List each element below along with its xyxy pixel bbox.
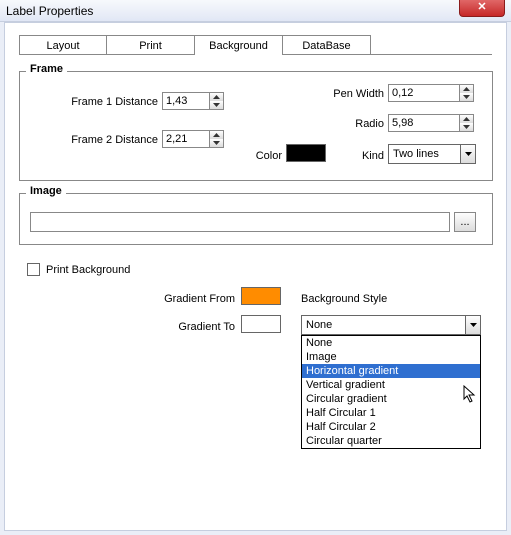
- spin-up-icon[interactable]: [460, 85, 473, 93]
- kind-combobox[interactable]: Two lines: [388, 144, 476, 164]
- spin-up-icon[interactable]: [210, 93, 223, 101]
- frame2-distance-spinner[interactable]: [162, 130, 224, 148]
- spin-up-icon[interactable]: [460, 115, 473, 123]
- dropdown-item-half-circular-1[interactable]: Half Circular 1: [302, 406, 480, 420]
- spin-up-icon[interactable]: [210, 131, 223, 139]
- gradient-from-swatch[interactable]: [241, 287, 281, 305]
- chevron-down-icon[interactable]: [460, 144, 476, 164]
- radio-label: Radio: [300, 118, 384, 130]
- close-icon: ✕: [477, 0, 486, 13]
- frame-legend: Frame: [26, 63, 67, 75]
- print-background-label: Print Background: [46, 264, 130, 276]
- print-background-checkbox[interactable]: Print Background: [27, 263, 130, 276]
- titlebar: Label Properties ✕: [0, 0, 511, 22]
- frame2-distance-input[interactable]: [162, 130, 210, 148]
- tab-layout[interactable]: Layout: [19, 35, 107, 55]
- tabstrip: Layout Print Background DataBase: [19, 35, 371, 55]
- gradient-to-label: Gradient To: [125, 321, 235, 333]
- kind-value: Two lines: [388, 144, 460, 164]
- image-browse-button[interactable]: ...: [454, 212, 476, 232]
- dropdown-item-circular-gradient[interactable]: Circular gradient: [302, 392, 480, 406]
- background-style-value: None: [301, 315, 465, 335]
- radio-spinner[interactable]: [388, 114, 474, 132]
- pen-width-label: Pen Width: [300, 88, 384, 100]
- frame1-distance-label: Frame 1 Distance: [20, 96, 158, 108]
- gradient-from-label: Gradient From: [125, 293, 235, 305]
- spin-down-icon[interactable]: [210, 139, 223, 147]
- frame2-distance-label: Frame 2 Distance: [20, 134, 158, 146]
- image-path-input[interactable]: [30, 212, 450, 232]
- dropdown-item-half-circular-2[interactable]: Half Circular 2: [302, 420, 480, 434]
- ellipsis-icon: ...: [460, 216, 469, 228]
- background-style-label: Background Style: [301, 293, 421, 305]
- dropdown-item-horizontal-gradient[interactable]: Horizontal gradient: [302, 364, 480, 378]
- pen-width-spinner[interactable]: [388, 84, 474, 102]
- spin-down-icon[interactable]: [210, 101, 223, 109]
- color-label: Color: [240, 150, 282, 162]
- dropdown-item-circular-quarter[interactable]: Circular quarter: [302, 434, 480, 448]
- spin-down-icon[interactable]: [460, 123, 473, 131]
- dropdown-item-none[interactable]: None: [302, 336, 480, 350]
- frame-group: Frame Frame 1 Distance Frame 2 Distance …: [19, 71, 493, 181]
- frame1-distance-spinner[interactable]: [162, 92, 224, 110]
- frame1-distance-input[interactable]: [162, 92, 210, 110]
- spin-down-icon[interactable]: [460, 93, 473, 101]
- kind-label: Kind: [340, 150, 384, 162]
- dropdown-item-vertical-gradient[interactable]: Vertical gradient: [302, 378, 480, 392]
- gradient-to-swatch[interactable]: [241, 315, 281, 333]
- tab-database[interactable]: DataBase: [283, 35, 371, 55]
- image-legend: Image: [26, 185, 66, 197]
- window-title: Label Properties: [6, 4, 93, 18]
- checkbox-box: [27, 263, 40, 276]
- radio-input[interactable]: [388, 114, 460, 132]
- background-style-combobox[interactable]: None: [301, 315, 481, 335]
- dropdown-item-image[interactable]: Image: [302, 350, 480, 364]
- close-button[interactable]: ✕: [459, 0, 505, 17]
- image-group: Image ...: [19, 193, 493, 245]
- background-style-dropdown[interactable]: None Image Horizontal gradient Vertical …: [301, 335, 481, 449]
- tab-print[interactable]: Print: [107, 35, 195, 55]
- pen-width-input[interactable]: [388, 84, 460, 102]
- chevron-down-icon[interactable]: [465, 315, 481, 335]
- client-area: Layout Print Background DataBase Frame F…: [4, 22, 507, 531]
- frame-color-swatch[interactable]: [286, 144, 326, 162]
- tab-background[interactable]: Background: [195, 35, 283, 55]
